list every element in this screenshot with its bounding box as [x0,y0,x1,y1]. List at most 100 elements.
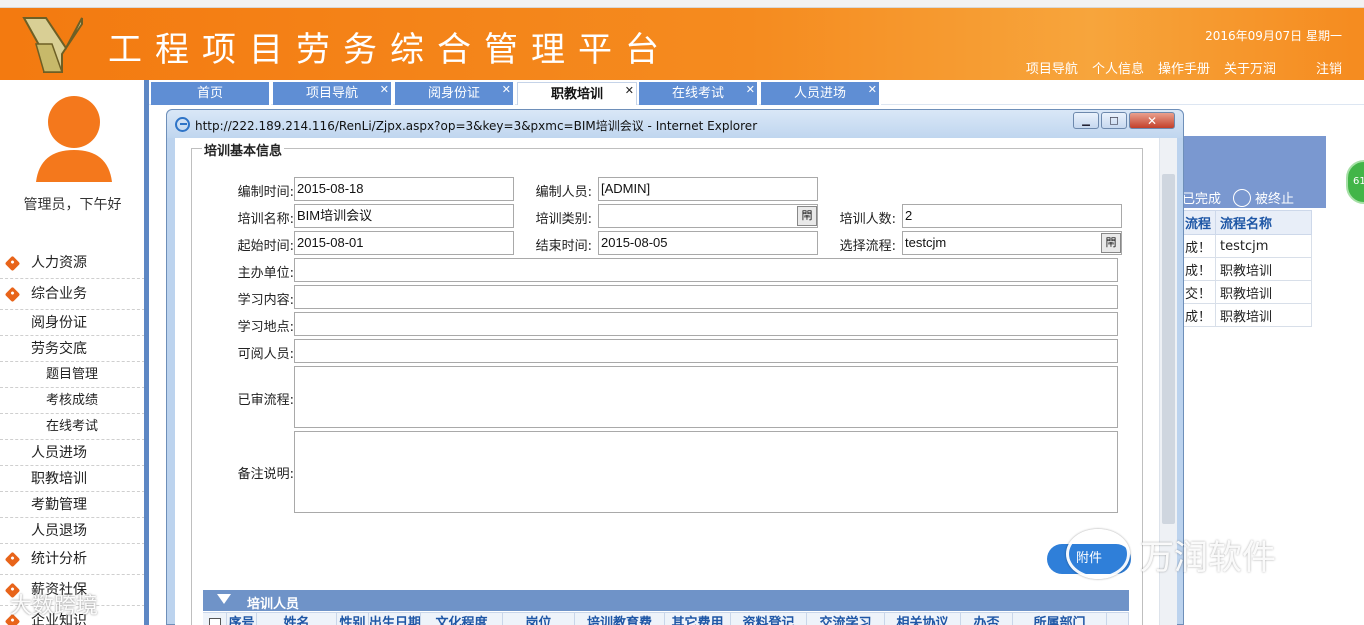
training-name-label: 培训名称: [237,212,294,227]
table-header-row: 流程 流程名称 [1179,210,1313,235]
scroll-thumb[interactable] [1162,174,1175,524]
remarks-label: 备注说明: [237,467,294,482]
column-header[interactable]: 文化程度 [421,613,503,625]
end-time-label: 结束时间: [535,239,592,254]
minimize-icon: ▁ [1082,115,1090,126]
sidebar-item-hr[interactable]: 人力资源 [0,248,145,279]
sidebar-item-exit[interactable]: 人员退场 [0,518,145,544]
picker-icon[interactable]: 閈 [797,206,817,226]
grid-title: 培训人员 [247,597,300,612]
tab-label: 项目导航 [305,86,358,101]
column-header[interactable]: 性别 [337,613,369,625]
sidebar-item-online-exam[interactable]: 在线考试 [0,414,145,440]
table-cell: 成！ [1179,303,1217,327]
collapse-triangle-icon[interactable] [217,594,231,604]
picker-icon[interactable]: 閈 [1101,233,1121,253]
radio-icon[interactable] [1233,188,1252,207]
select-flow-field[interactable]: testcjm 閈 [902,231,1122,255]
table-row[interactable]: 成！ testcjm [1179,234,1313,258]
table-row[interactable]: 交！ 职教培训 [1179,280,1313,304]
manual-link[interactable]: 操作手册 [1158,58,1210,77]
sidebar-item-scores[interactable]: 考核成绩 [0,388,145,414]
close-icon[interactable]: ✕ [625,79,634,102]
sidebar-item-questions[interactable]: 题目管理 [0,362,145,388]
training-type-label: 培训类别: [535,212,592,227]
column-header[interactable]: 姓名 [257,613,337,625]
tab-label: 人员进场 [793,86,846,101]
column-header[interactable]: 办否 [961,613,1013,625]
training-name-field[interactable]: BIM培训会议 [294,204,514,228]
column-header[interactable]: 其它费用 [665,613,731,625]
start-time-field[interactable]: 2015-08-01 [294,231,514,255]
nav-link[interactable]: 项目导航 [1026,58,1078,77]
ie-popup-window: http://222.189.214.116/RenLi/Zjpx.aspx?o… [166,109,1184,625]
status-done-label[interactable]: 已完成 [1182,188,1221,207]
tab-online-exam[interactable]: 在线考试 ✕ [639,82,759,105]
window-titlebar[interactable]: http://222.189.214.116/RenLi/Zjpx.aspx?o… [167,110,1183,138]
checkbox[interactable] [208,617,221,625]
minimize-button[interactable]: ▁ [1073,112,1099,129]
remarks-textarea[interactable] [294,431,1118,513]
location-field[interactable] [294,312,1118,336]
tab-project-nav[interactable]: 项目导航 ✕ [273,82,393,105]
column-header[interactable]: 岗位 [503,613,575,625]
column-header[interactable]: 相关协议 [885,613,961,625]
table-row[interactable]: 成！ 职教培训 [1179,257,1313,281]
sidebar-item-label: 考核成绩 [46,393,99,408]
viewers-field[interactable] [294,339,1118,363]
training-count-field[interactable]: 2 [902,204,1122,228]
sidebar-item-entry[interactable]: 人员进场 [0,440,145,466]
close-icon[interactable]: ✕ [380,78,389,101]
close-button[interactable]: ✕ [1129,112,1175,129]
column-header[interactable]: 序号 [227,613,257,625]
sidebar: 管理员，下午好 人力资源 综合业务 阅身份证 劳务交底 题目管理 考核成绩 在线… [0,80,145,625]
tab-id-card[interactable]: 阅身份证 ✕ [395,82,515,105]
sidebar-item-label: 职教培训 [31,471,87,487]
column-header[interactable]: 所属部门 [1013,613,1107,625]
logout-link[interactable]: 注销 [1316,58,1342,77]
sidebar-item-stats[interactable]: 统计分析 [0,544,145,575]
reviewed-flow-textarea[interactable] [294,366,1118,428]
column-header: 流程名称 [1215,210,1313,235]
end-time-field[interactable]: 2015-08-05 [598,231,818,255]
close-icon[interactable]: ✕ [502,78,511,101]
floating-badge[interactable]: 61 [1346,160,1364,204]
wechat-watermark: 万润软件 [1066,524,1336,584]
host-unit-field[interactable] [294,258,1118,282]
browser-top-strip [0,0,1364,8]
sidebar-item-attendance[interactable]: 考勤管理 [0,492,145,518]
sidebar-item-label: 人力资源 [31,255,87,271]
content-field[interactable] [294,285,1118,309]
status-terminated-label[interactable]: 被终止 [1255,188,1294,207]
sidebar-item-label: 劳务交底 [31,341,87,357]
close-icon[interactable]: ✕ [746,78,755,101]
sidebar-divider[interactable] [144,80,149,625]
training-type-field[interactable]: 閈 [598,204,818,228]
content-label: 学习内容: [237,293,294,308]
column-header[interactable]: 出生日期 [369,613,421,625]
compile-time-field[interactable]: 2015-08-18 [294,177,514,201]
sidebar-item-briefing[interactable]: 劳务交底 [0,336,145,362]
tab-home[interactable]: 首页 [151,82,271,105]
table-row[interactable]: 成！ 职教培训 [1179,303,1313,327]
column-header[interactable]: 交流学习 [807,613,885,625]
sidebar-item-id-card[interactable]: 阅身份证 [0,310,145,336]
maximize-button[interactable]: □ [1101,112,1127,129]
tab-label: 首页 [196,86,223,101]
tab-personnel-entry[interactable]: 人员进场 ✕ [761,82,881,105]
profile-link[interactable]: 个人信息 [1092,58,1144,77]
tab-training[interactable]: 职教培训 ✕ [517,82,637,105]
compiler-field[interactable]: [ADMIN] [598,177,818,201]
window-title: http://222.189.214.116/RenLi/Zjpx.aspx?o… [195,119,758,133]
reviewed-flow-label: 已审流程: [237,393,294,408]
column-header[interactable]: 培训教育费 [575,613,665,625]
table-cell: 职教培训 [1215,280,1313,304]
sidebar-item-general[interactable]: 综合业务 [0,279,145,310]
select-all-cell[interactable] [203,613,227,625]
trainees-grid-header[interactable]: 培训人员 [203,590,1129,612]
column-header[interactable]: 资料登记 [731,613,807,625]
sidebar-item-training[interactable]: 职教培训 [0,466,145,492]
location-label: 学习地点: [237,320,294,335]
about-link[interactable]: 关于万润 [1224,58,1276,77]
close-icon[interactable]: ✕ [868,78,877,101]
